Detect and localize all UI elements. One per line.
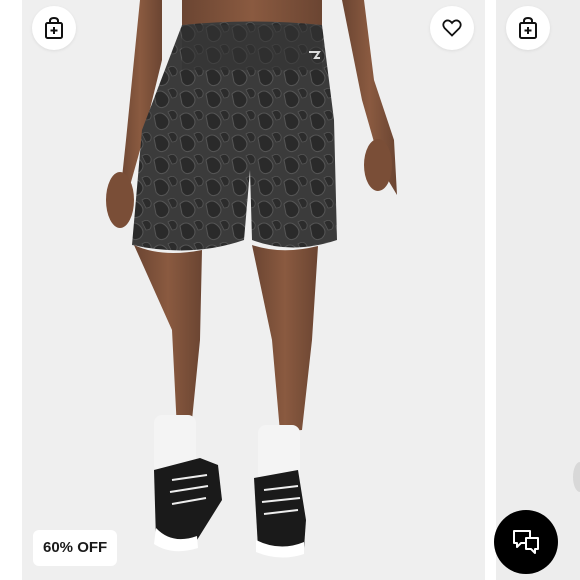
shopping-bag-plus-icon xyxy=(519,17,537,39)
wishlist-button[interactable] xyxy=(430,6,474,50)
card-gap xyxy=(485,0,496,580)
next-product-card[interactable] xyxy=(496,0,580,580)
discount-badge: 60% OFF xyxy=(33,530,118,566)
next-add-to-bag-button[interactable] xyxy=(506,6,550,50)
page-margin xyxy=(0,0,22,580)
product-image[interactable] xyxy=(22,0,485,580)
carousel-scroll-indicator[interactable] xyxy=(573,462,580,492)
chat-button[interactable] xyxy=(494,510,558,574)
shopping-bag-plus-icon xyxy=(45,17,63,39)
heart-outline-icon xyxy=(442,19,462,37)
add-to-bag-button[interactable] xyxy=(32,6,76,50)
chat-bubbles-icon xyxy=(513,530,539,554)
product-card[interactable]: 60% OFF xyxy=(22,0,485,580)
